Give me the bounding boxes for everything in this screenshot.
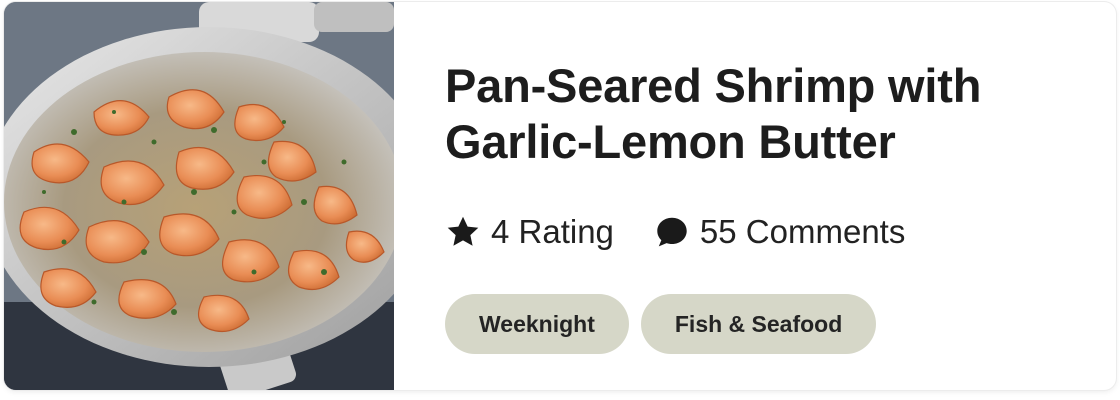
shrimp-pan-image — [4, 2, 394, 390]
comments[interactable]: 55 Comments — [654, 213, 905, 251]
recipe-photo[interactable] — [4, 2, 394, 390]
rating-label: 4 Rating — [491, 213, 614, 250]
rating[interactable]: 4 Rating — [445, 213, 614, 251]
tag-weeknight[interactable]: Weeknight — [445, 294, 629, 354]
comments-label: 55 Comments — [699, 213, 906, 250]
recipe-title-line: Pan-Seared Shrimp with — [445, 59, 982, 112]
star-icon — [445, 214, 481, 250]
recipe-meta: 4 Rating 55 Comments — [445, 212, 1085, 252]
recipe-details: Pan-Seared Shrimp with Garlic-Lemon Butt… — [445, 58, 1085, 354]
recipe-card[interactable]: Pan-Seared Shrimp with Garlic-Lemon Butt… — [4, 2, 1116, 390]
recipe-title-line: Garlic-Lemon Butter — [445, 115, 896, 168]
recipe-title[interactable]: Pan-Seared Shrimp with Garlic-Lemon Butt… — [445, 58, 1085, 170]
recipe-tags: Weeknight Fish & Seafood — [445, 294, 1085, 354]
speech-bubble-icon — [654, 214, 690, 250]
tag-fish-seafood[interactable]: Fish & Seafood — [640, 294, 877, 354]
